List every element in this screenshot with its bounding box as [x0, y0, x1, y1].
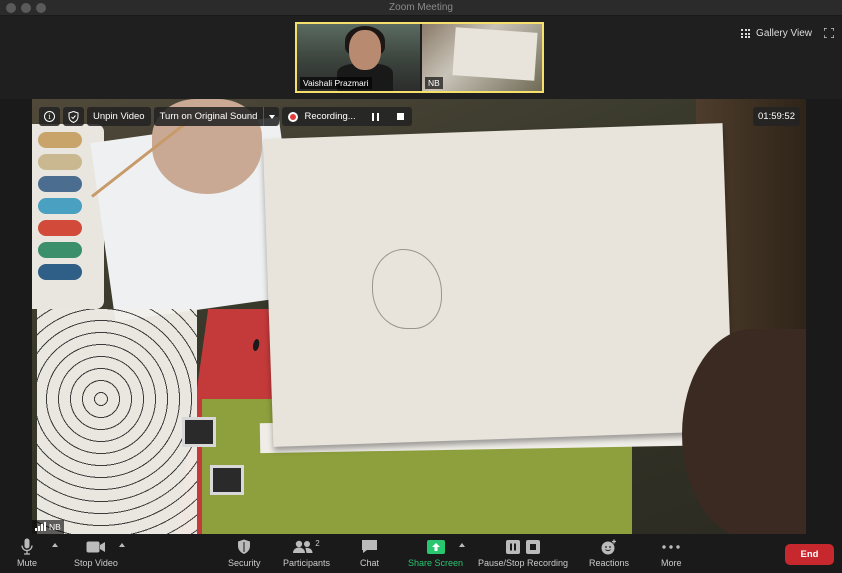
- ink-pot: [182, 417, 216, 447]
- thumbnail-name-label: NB: [425, 77, 443, 89]
- security-button[interactable]: Security: [228, 538, 261, 568]
- participants-label: Participants: [283, 558, 331, 568]
- original-sound-dropdown[interactable]: [263, 107, 280, 126]
- mute-label: Mute: [17, 558, 38, 568]
- window-title: Zoom Meeting: [389, 2, 453, 13]
- shield-check-icon: [68, 110, 79, 123]
- reactions-label: Reactions: [589, 558, 630, 568]
- main-video-name-badge: NB: [32, 520, 64, 534]
- meeting-toolbar: Mute Stop Video Security 2 Participants …: [0, 534, 842, 573]
- video-camera-icon: [86, 541, 105, 552]
- microphone-icon: [21, 538, 33, 555]
- thumbnail-group: Vaishali Prazmari NB: [295, 22, 544, 93]
- stop-video-label: Stop Video: [74, 558, 118, 568]
- more-button[interactable]: More: [661, 538, 682, 568]
- unpin-video-button[interactable]: Unpin Video: [87, 107, 151, 126]
- share-options-caret[interactable]: [459, 543, 465, 547]
- pause-stop-recording-button[interactable]: Pause/Stop Recording: [478, 538, 568, 568]
- stop-icon: [526, 539, 541, 554]
- pause-stop-recording-label: Pause/Stop Recording: [478, 558, 569, 568]
- smiley-plus-icon: [601, 539, 617, 554]
- fullscreen-icon[interactable]: [824, 28, 834, 38]
- participants-count: 2: [315, 539, 320, 548]
- participant-thumbnail-nb[interactable]: NB: [420, 24, 542, 91]
- thumbnail-name-label: Vaishali Prazmari: [300, 77, 372, 89]
- info-icon: i: [44, 111, 55, 122]
- stop-recording-button[interactable]: [396, 113, 404, 120]
- chat-bubble-icon: [362, 540, 377, 553]
- more-dots-icon: [662, 544, 680, 549]
- encryption-button[interactable]: [63, 107, 84, 126]
- participant-face: [349, 30, 381, 70]
- video-overlay-controls: i Unpin Video Turn on Original Sound Rec…: [39, 107, 412, 126]
- recording-label: Recording...: [304, 111, 356, 122]
- chat-label: Chat: [360, 558, 380, 568]
- participant-thumbnail-vaishali[interactable]: Vaishali Prazmari: [297, 24, 420, 91]
- gallery-view-label: Gallery View: [756, 28, 812, 39]
- pause-recording-button[interactable]: [371, 112, 379, 121]
- grid-icon: [741, 29, 751, 38]
- drawing-paper: [262, 123, 734, 447]
- chat-button[interactable]: Chat: [360, 538, 379, 568]
- title-bar: Zoom Meeting: [0, 0, 842, 16]
- signal-strength-icon: [35, 522, 46, 531]
- ink-pot: [210, 465, 244, 495]
- original-sound-button[interactable]: Turn on Original Sound: [153, 107, 264, 126]
- thumbnail-strip: Vaishali Prazmari NB Gallery View: [0, 16, 842, 99]
- video-options-caret[interactable]: [119, 543, 125, 547]
- main-video-participant-name: NB: [49, 522, 61, 532]
- thumbnail-paper: [452, 27, 538, 81]
- security-label: Security: [228, 558, 261, 568]
- recording-timer: 01:59:52: [753, 107, 800, 126]
- shield-icon: [238, 539, 251, 554]
- scribble-paper: [37, 309, 197, 534]
- record-icon: [288, 111, 299, 122]
- share-screen-icon: [426, 539, 445, 554]
- more-label: More: [661, 558, 682, 568]
- reactions-button[interactable]: Reactions: [589, 538, 629, 568]
- participants-icon: [293, 540, 313, 553]
- main-video[interactable]: [32, 99, 806, 534]
- end-meeting-button[interactable]: End: [785, 544, 834, 565]
- recording-indicator: Recording...: [282, 107, 412, 126]
- mute-button[interactable]: Mute: [17, 538, 37, 568]
- share-screen-label: Share Screen: [408, 558, 464, 568]
- meeting-info-button[interactable]: i: [39, 107, 60, 126]
- pause-icon: [506, 539, 521, 554]
- audio-options-caret[interactable]: [52, 543, 58, 547]
- stop-video-button[interactable]: Stop Video: [74, 538, 118, 568]
- participants-button[interactable]: 2 Participants: [283, 538, 330, 568]
- gallery-view-button[interactable]: Gallery View: [741, 28, 812, 39]
- original-sound-group: Turn on Original Sound: [153, 107, 280, 126]
- share-screen-button[interactable]: Share Screen: [408, 538, 463, 568]
